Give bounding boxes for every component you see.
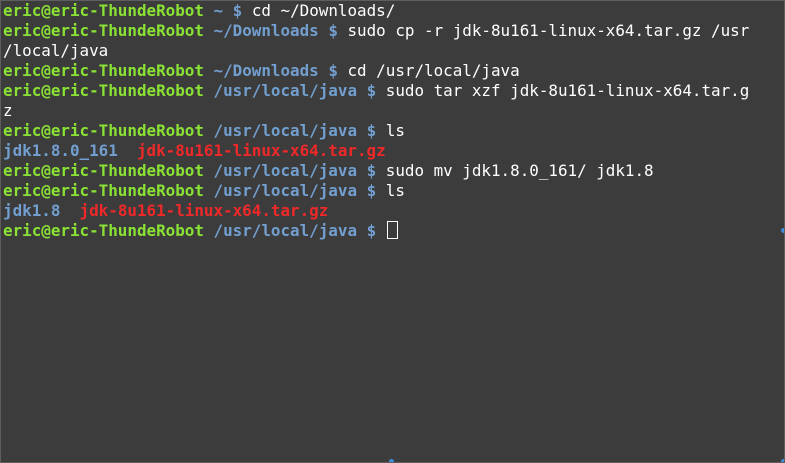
prompt-symbol: $: [366, 121, 377, 140]
terminal-line: z: [3, 101, 780, 121]
command-text: sudo mv jdk1.8.0_161/ jdk1.8: [385, 161, 654, 180]
ls-directory-entry: jdk1.8.0_161: [3, 141, 118, 160]
command-text: ls: [385, 121, 405, 140]
prompt-path: ~/Downloads: [213, 21, 319, 40]
prompt-symbol: $: [366, 161, 377, 180]
prompt-symbol: $: [328, 61, 338, 80]
terminal-window[interactable]: eric@eric-ThundeRobot ~ $ cd ~/Downloads…: [0, 0, 785, 463]
terminal-line: eric@eric-ThundeRobot /usr/local/java $ …: [3, 121, 780, 141]
prompt-symbol: $: [328, 21, 338, 40]
prompt-path: /usr/local/java: [213, 161, 358, 180]
terminal-line: eric@eric-ThundeRobot ~/Downloads $ cd /…: [3, 61, 780, 81]
terminal-line: /local/java: [3, 41, 780, 61]
prompt-user-host: eric@eric-ThundeRobot: [3, 1, 204, 20]
ls-archive-entry: jdk-8u161-linux-x64.tar.gz: [79, 201, 329, 220]
terminal-output: eric@eric-ThundeRobot ~ $ cd ~/Downloads…: [3, 1, 780, 241]
text-cursor[interactable]: [386, 221, 398, 239]
prompt-symbol: $: [232, 1, 243, 20]
prompt-user-host: eric@eric-ThundeRobot: [3, 121, 204, 140]
terminal-line: eric@eric-ThundeRobot /usr/local/java $ …: [3, 161, 780, 181]
terminal-line: jdk1.8 jdk-8u161-linux-x64.tar.gz: [3, 201, 780, 221]
prompt-user-host: eric@eric-ThundeRobot: [3, 221, 204, 240]
resize-handle-right[interactable]: [781, 228, 784, 233]
terminal-line: eric@eric-ThundeRobot /usr/local/java $ …: [3, 81, 780, 101]
command-text: cd ~/Downloads/: [251, 1, 396, 20]
wrapped-command-text: z: [3, 101, 13, 120]
prompt-user-host: eric@eric-ThundeRobot: [3, 21, 204, 40]
resize-handle-bottom[interactable]: [389, 459, 394, 462]
terminal-line: eric@eric-ThundeRobot ~ $ cd ~/Downloads…: [3, 1, 780, 21]
prompt-user-host: eric@eric-ThundeRobot: [3, 61, 204, 80]
command-text: sudo tar xzf jdk-8u161-linux-x64.tar.g: [385, 81, 750, 100]
prompt-path: /usr/local/java: [213, 81, 358, 100]
prompt-path: /usr/local/java: [213, 121, 358, 140]
prompt-user-host: eric@eric-ThundeRobot: [3, 161, 204, 180]
prompt-user-host: eric@eric-ThundeRobot: [3, 81, 204, 100]
prompt-symbol: $: [366, 181, 377, 200]
wrapped-command-text: /local/java: [3, 41, 109, 60]
prompt-user-host: eric@eric-ThundeRobot: [3, 181, 204, 200]
prompt-path: /usr/local/java: [213, 221, 358, 240]
terminal-line: jdk1.8.0_161 jdk-8u161-linux-x64.tar.gz: [3, 141, 780, 161]
prompt-symbol: $: [366, 81, 377, 100]
resize-handle-bottom-right[interactable]: [781, 459, 784, 462]
terminal-line: eric@eric-ThundeRobot /usr/local/java $: [3, 221, 780, 241]
prompt-symbol: $: [366, 221, 377, 240]
terminal-line: eric@eric-ThundeRobot /usr/local/java $ …: [3, 181, 780, 201]
terminal-line: eric@eric-ThundeRobot ~/Downloads $ sudo…: [3, 21, 780, 41]
prompt-path: ~: [213, 1, 224, 20]
prompt-path: ~/Downloads: [213, 61, 319, 80]
prompt-path: /usr/local/java: [213, 181, 358, 200]
ls-directory-entry: jdk1.8: [3, 201, 61, 220]
command-text: sudo cp -r jdk-8u161-linux-x64.tar.gz /u…: [347, 21, 750, 40]
command-text: ls: [385, 181, 405, 200]
ls-archive-entry: jdk-8u161-linux-x64.tar.gz: [136, 141, 386, 160]
command-text: cd /usr/local/java: [347, 61, 520, 80]
